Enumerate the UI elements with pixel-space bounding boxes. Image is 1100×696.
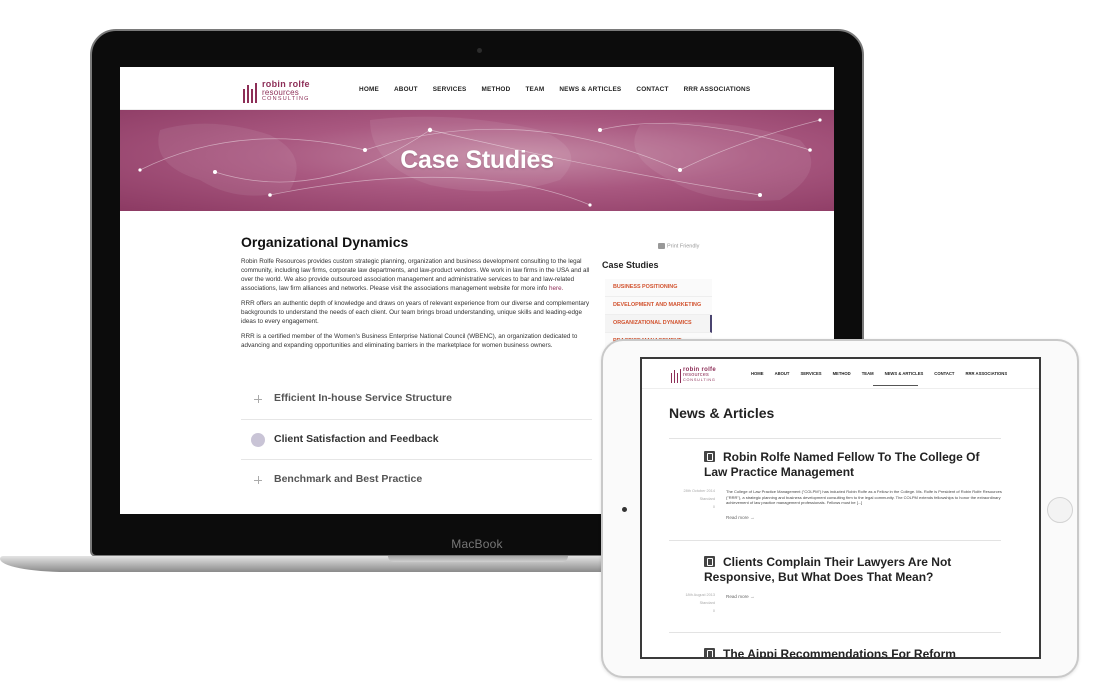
nav-home[interactable]: HOME [751, 371, 764, 376]
ipad-home-button[interactable] [1047, 497, 1073, 523]
accordion-label: Efficient In-house Service Structure [274, 392, 452, 404]
page-heading: Organizational Dynamics [241, 234, 409, 250]
accordion-item[interactable]: Client Satisfaction and Feedback [241, 419, 592, 459]
nav-about[interactable]: ABOUT [394, 86, 418, 93]
nav-contact[interactable]: CONTACT [934, 371, 954, 376]
ipad-site-logo[interactable]: robin rolfe resources CONSULTING [670, 367, 722, 385]
logo-text: robin rolfe resources CONSULTING [683, 367, 716, 382]
post-format-icon [704, 648, 715, 657]
plus-icon [251, 392, 265, 406]
post-format-icon [704, 451, 715, 462]
ipad-camera [622, 507, 627, 512]
accordion-label: Benchmark and Best Practice [274, 473, 423, 485]
nav-services[interactable]: SERVICES [800, 371, 821, 376]
divider [669, 632, 1001, 633]
devices-mockup: MacBook robin rolfe resources CONSULTING… [0, 0, 1100, 696]
sidebar-item-organizational-dynamics[interactable]: ORGANIZATIONAL DYNAMICS [605, 315, 712, 333]
accordion: Efficient In-house Service Structure Cli… [241, 379, 592, 499]
ipad-main-nav: HOME ABOUT SERVICES METHOD TEAM NEWS & A… [751, 371, 1018, 376]
circle-icon [251, 433, 265, 447]
logo-mark-icon [670, 369, 682, 383]
divider [669, 540, 1001, 541]
nav-method[interactable]: METHOD [482, 86, 511, 93]
nav-news-articles[interactable]: NEWS & ARTICLES [885, 371, 924, 376]
plus-icon [251, 473, 265, 487]
site-logo[interactable]: robin rolfe resources CONSULTING [242, 80, 316, 106]
paragraph-wbenc: RRR is a certified member of the Women's… [241, 333, 578, 349]
accordion-item[interactable]: Benchmark and Best Practice [241, 459, 592, 499]
post-comments: 0 [712, 505, 715, 509]
macbook-brand-label: MacBook [451, 537, 503, 551]
here-link[interactable]: here. [549, 285, 563, 292]
post-date: 28th October 2014 [683, 489, 715, 493]
accordion-item[interactable]: Efficient In-house Service Structure [241, 379, 592, 419]
nav-team[interactable]: TEAM [862, 371, 874, 376]
sidebar-item-business-positioning[interactable]: BUSINESS POSITIONING [605, 279, 712, 297]
main-content: Organizational Dynamics Robin Rolfe Reso… [241, 234, 591, 356]
hero-title: Case Studies [400, 146, 554, 174]
nav-team[interactable]: TEAM [525, 86, 544, 93]
read-more-link[interactable]: Read more → [726, 515, 755, 520]
sidebar-item-development-marketing[interactable]: DEVELOPMENT AND MARKETING [605, 297, 712, 315]
nav-home[interactable]: HOME [359, 86, 379, 93]
printer-icon [658, 243, 665, 249]
hero-banner: Case Studies [120, 110, 834, 211]
logo-text: robin rolfe resources CONSULTING [262, 79, 310, 102]
site-header: robin rolfe resources CONSULTING HOME AB… [120, 67, 834, 110]
post-format: Standard [699, 497, 715, 501]
ipad-site-header: robin rolfe resources CONSULTING HOME AB… [642, 359, 1039, 389]
post-title[interactable]: Clients Complain Their Lawyers Are Not R… [704, 555, 1004, 585]
ipad-screen: robin rolfe resources CONSULTING HOME AB… [640, 357, 1041, 659]
nav-method[interactable]: METHOD [833, 371, 851, 376]
paragraph-intro: Robin Rolfe Resources provides custom st… [241, 258, 590, 292]
post-title[interactable]: Robin Rolfe Named Fellow To The College … [704, 450, 1004, 480]
sidebar-title: Case Studies [602, 260, 659, 270]
read-more-link[interactable]: Read more → [726, 594, 755, 599]
logo-mark-icon [242, 83, 260, 103]
post-comments: 0 [712, 609, 715, 613]
macbook-camera [477, 48, 482, 53]
nav-rrr-associations[interactable]: RRR ASSOCIATIONS [684, 86, 751, 93]
post-title[interactable]: The Aippi Recommendations For Reform [704, 647, 1004, 657]
post-meta: 18th August 2013 Standard 0 [670, 591, 715, 615]
post-format-icon [704, 556, 715, 567]
macbook-notch [388, 556, 568, 562]
post-format: Standard [699, 601, 715, 605]
accordion-label: Client Satisfaction and Feedback [274, 433, 439, 445]
paragraph-experience: RRR offers an authentic depth of knowled… [241, 300, 590, 325]
nav-services[interactable]: SERVICES [433, 86, 467, 93]
divider [669, 438, 1001, 439]
nav-rrr-associations[interactable]: RRR ASSOCIATIONS [965, 371, 1007, 376]
nav-about[interactable]: ABOUT [775, 371, 790, 376]
main-nav: HOME ABOUT SERVICES METHOD TEAM NEWS & A… [359, 86, 765, 93]
active-nav-underline [873, 385, 918, 386]
page-title: News & Articles [669, 405, 775, 421]
post-date: 18th August 2013 [685, 593, 715, 597]
print-friendly-button[interactable]: Print Friendly [658, 243, 699, 249]
nav-news-articles[interactable]: NEWS & ARTICLES [559, 86, 621, 93]
post-excerpt: The College of Law Practice Management (… [726, 489, 1002, 505]
nav-contact[interactable]: CONTACT [636, 86, 668, 93]
post-meta: 28th October 2014 Standard 0 [670, 487, 715, 511]
